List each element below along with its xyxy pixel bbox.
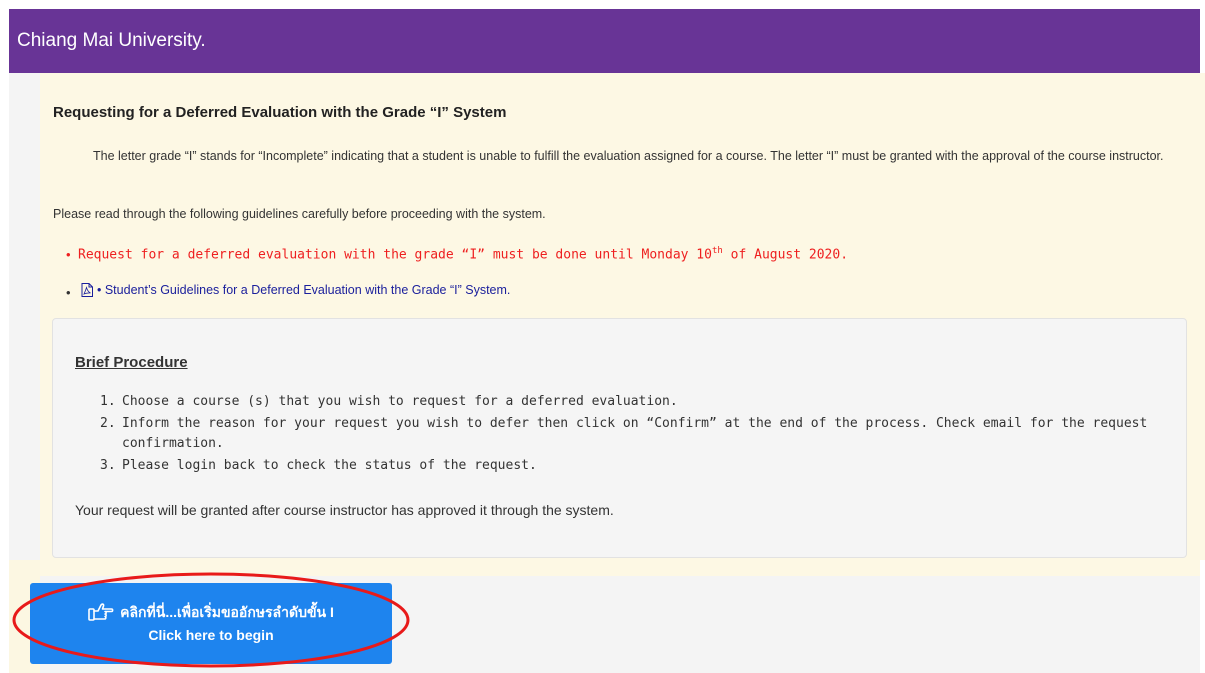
procedure-step: 2. Inform the reason for your request you…: [100, 414, 1170, 454]
pdf-icon: [81, 283, 93, 297]
step-number: 1.: [100, 394, 116, 409]
site-title: Chiang Mai University.: [17, 30, 206, 51]
begin-button-thai[interactable]: คลิกที่นี่...เพื่อเริ่มขออักษรลำดับขั้น …: [120, 601, 334, 624]
step-text: Choose a course (s) that you wish to req…: [122, 394, 678, 409]
intro-text: The letter grade “I” stands for “Incompl…: [93, 149, 1164, 163]
pdf-link-text[interactable]: • Student’s Guidelines for a Deferred Ev…: [97, 283, 510, 297]
begin-button-english[interactable]: Click here to begin: [148, 624, 273, 647]
deadline-text: Request for a deferred evaluation with t…: [78, 247, 712, 263]
deadline-sup: th: [711, 246, 723, 256]
step-text: Please login back to check the status of…: [122, 458, 537, 473]
step-number: 3.: [100, 458, 116, 473]
guidelines-pdf-link[interactable]: • Student’s Guidelines for a Deferred Ev…: [81, 283, 510, 297]
panel-bottom-strip: [40, 560, 1200, 576]
bullet-dot: •: [66, 285, 71, 300]
procedure-title: Brief Procedure: [75, 354, 188, 371]
procedure-steps: 1. Choose a course (s) that you wish to r…: [100, 392, 1170, 478]
site-header: Chiang Mai University.: [9, 9, 1200, 73]
begin-button-line1: คลิกที่นี่...เพื่อเริ่มขออักษรลำดับขั้น …: [88, 601, 334, 624]
procedure-step: 1. Choose a course (s) that you wish to r…: [100, 392, 1170, 412]
guidelines-note: Please read through the following guidel…: [53, 207, 546, 221]
step-number: 2.: [100, 416, 116, 431]
bullet-dot: •: [66, 247, 71, 262]
procedure-step: 3. Please login back to check the status …: [100, 456, 1170, 476]
step-text: Inform the reason for your request you w…: [122, 416, 1148, 451]
deadline-suffix: of August 2020.: [722, 247, 849, 263]
page-heading: Requesting for a Deferred Evaluation wit…: [53, 104, 507, 121]
approval-note: Your request will be granted after cours…: [75, 502, 614, 518]
deadline-notice: Request for a deferred evaluation with t…: [78, 246, 848, 262]
begin-button[interactable]: คลิกที่นี่...เพื่อเริ่มขออักษรลำดับขั้น …: [30, 583, 392, 664]
hand-pointer-icon: [88, 603, 114, 621]
